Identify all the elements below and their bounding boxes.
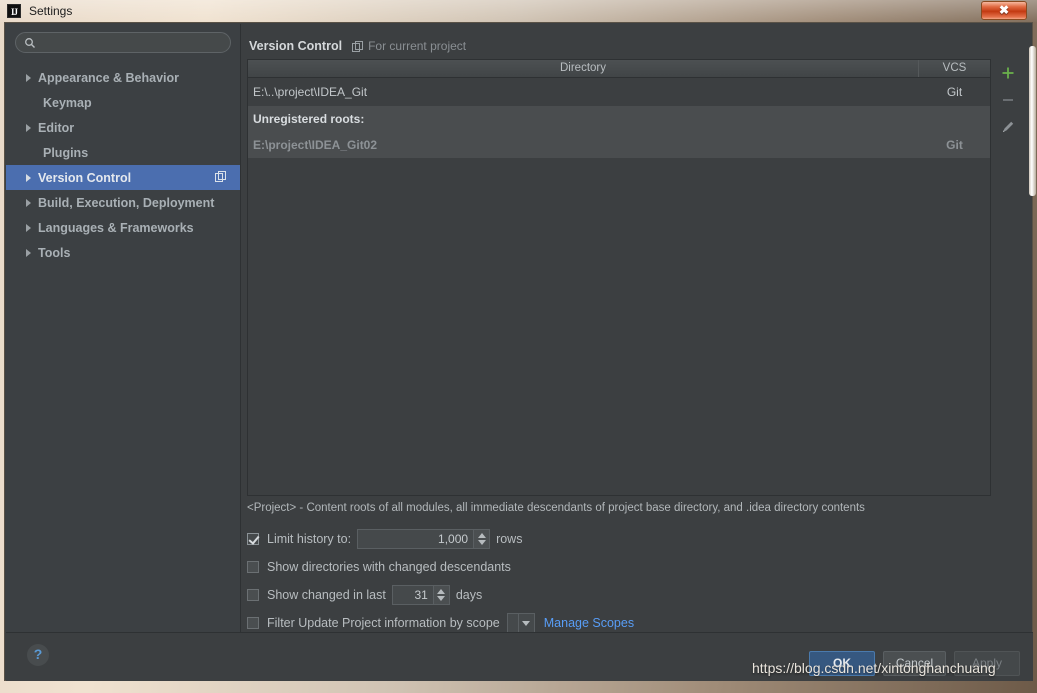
project-scope-icon: [215, 171, 226, 182]
window-scrollbar[interactable]: [1028, 22, 1037, 681]
edit-root-button[interactable]: [993, 113, 1023, 140]
remove-root-button[interactable]: [993, 86, 1023, 113]
limit-history-checkbox[interactable]: [247, 533, 259, 545]
vcs-directory-table: Directory VCS E:\..\project\IDEA_Git Git…: [247, 59, 991, 496]
option-show-changed-descendants[interactable]: Show directories with changed descendant…: [247, 553, 1017, 581]
show-changed-descendants-label: Show directories with changed descendant…: [267, 560, 511, 574]
project-scope-icon: [352, 40, 364, 52]
watermark-text: https://blog.csdn.net/xintonghanchuang: [752, 660, 996, 676]
chevron-right-icon: [26, 223, 31, 232]
table-header-row: Directory VCS: [248, 60, 990, 78]
sidebar-item-label: Keymap: [43, 95, 92, 110]
search-input[interactable]: [36, 35, 230, 50]
chevron-right-icon: [26, 173, 31, 182]
cell-group-label: Unregistered roots:: [253, 112, 365, 126]
stepper-arrows[interactable]: [473, 530, 490, 548]
settings-window: IJ Settings ✖ Appearance & Behavior Keym…: [0, 0, 1037, 693]
content-header: Version Control For current project: [241, 24, 1033, 54]
limit-history-stepper[interactable]: 1,000: [357, 529, 491, 549]
page-subtitle: For current project: [368, 39, 467, 53]
close-window-button[interactable]: ✖: [981, 1, 1027, 20]
option-limit-history[interactable]: Limit history to: 1,000 rows: [247, 525, 1017, 553]
chevron-right-icon: [26, 123, 31, 132]
minus-icon: [1003, 98, 1013, 101]
plus-icon: [1002, 67, 1014, 78]
sidebar-item-languages-frameworks[interactable]: Languages & Frameworks: [6, 215, 240, 240]
column-header-directory[interactable]: Directory: [248, 60, 919, 77]
column-header-vcs[interactable]: VCS: [919, 60, 990, 77]
days-value[interactable]: 31: [393, 586, 433, 604]
table-toolbar: [993, 59, 1023, 496]
stepper-down-icon[interactable]: [477, 540, 486, 545]
stepper-arrows[interactable]: [432, 586, 449, 604]
sidebar-item-label: Languages & Frameworks: [38, 220, 194, 235]
cell-directory: E:\project\IDEA_Git02: [253, 138, 378, 152]
chevron-right-icon: [26, 198, 31, 207]
limit-history-label: Limit history to:: [267, 532, 352, 546]
title-bar: IJ Settings ✖: [0, 0, 1037, 22]
pencil-icon: [1003, 121, 1014, 132]
intellij-idea-logo-icon: IJ: [7, 4, 21, 18]
sidebar-item-tools[interactable]: Tools: [6, 240, 240, 265]
table-row: Unregistered roots:: [248, 105, 990, 132]
table-row[interactable]: E:\..\project\IDEA_Git Git: [248, 78, 990, 105]
days-stepper[interactable]: 31: [391, 585, 450, 605]
cell-vcs: Git: [946, 84, 963, 99]
limit-history-suffix: rows: [496, 532, 523, 546]
chevron-right-icon: [26, 73, 31, 82]
stepper-down-icon[interactable]: [437, 596, 446, 601]
chevron-right-icon: [26, 248, 31, 257]
days-suffix: days: [455, 588, 483, 602]
search-field[interactable]: [15, 32, 231, 53]
show-changed-in-last-checkbox[interactable]: [247, 589, 259, 601]
sidebar-item-label: Version Control: [38, 170, 132, 185]
chevron-down-icon[interactable]: [517, 614, 534, 632]
add-root-button[interactable]: [993, 59, 1023, 86]
sidebar-item-editor[interactable]: Editor: [6, 115, 240, 140]
show-changed-descendants-checkbox[interactable]: [247, 561, 259, 573]
manage-scopes-link[interactable]: Manage Scopes: [544, 616, 634, 630]
project-roots-hint: <Project> - Content roots of all modules…: [247, 502, 865, 514]
stepper-up-icon[interactable]: [437, 589, 446, 594]
settings-tree: Appearance & Behavior Keymap Editor Plug…: [6, 65, 240, 265]
sidebar-item-label: Appearance & Behavior: [38, 70, 180, 85]
sidebar-item-keymap[interactable]: Keymap: [6, 90, 240, 115]
sidebar-item-label: Editor: [38, 120, 75, 135]
sidebar-item-label: Plugins: [43, 145, 89, 160]
sidebar-item-appearance-behavior[interactable]: Appearance & Behavior: [6, 65, 240, 90]
table-row[interactable]: E:\project\IDEA_Git02 Git: [248, 132, 990, 159]
settings-sidebar: Appearance & Behavior Keymap Editor Plug…: [6, 24, 241, 632]
stepper-up-icon[interactable]: [477, 533, 486, 538]
cell-vcs: Git: [946, 138, 963, 152]
settings-dialog: Appearance & Behavior Keymap Editor Plug…: [4, 22, 1033, 681]
options-section: <Project> - Content roots of all modules…: [247, 502, 1017, 637]
cell-directory: E:\..\project\IDEA_Git: [253, 84, 368, 99]
close-icon: ✖: [998, 3, 1010, 17]
settings-content-panel: Version Control For current project Dire…: [241, 24, 1033, 633]
limit-history-value[interactable]: 1,000: [358, 530, 473, 548]
scope-select[interactable]: [506, 613, 535, 633]
sidebar-item-label: Build, Execution, Deployment: [38, 195, 215, 210]
filter-by-scope-label: Filter Update Project information by sco…: [267, 616, 500, 630]
sidebar-item-plugins[interactable]: Plugins: [6, 140, 240, 165]
window-title: Settings: [29, 4, 73, 18]
filter-by-scope-checkbox[interactable]: [247, 617, 259, 629]
page-title: Version Control: [249, 39, 343, 53]
show-changed-in-last-label: Show changed in last: [267, 588, 386, 602]
option-show-changed-in-last[interactable]: Show changed in last 31 days: [247, 581, 1017, 609]
sidebar-item-label: Tools: [38, 245, 71, 260]
sidebar-item-version-control[interactable]: Version Control: [6, 165, 240, 190]
scrollbar-thumb[interactable]: [1029, 46, 1036, 196]
search-icon: [25, 37, 35, 48]
sidebar-item-build-execution-deployment[interactable]: Build, Execution, Deployment: [6, 190, 240, 215]
help-button[interactable]: ?: [27, 644, 49, 666]
